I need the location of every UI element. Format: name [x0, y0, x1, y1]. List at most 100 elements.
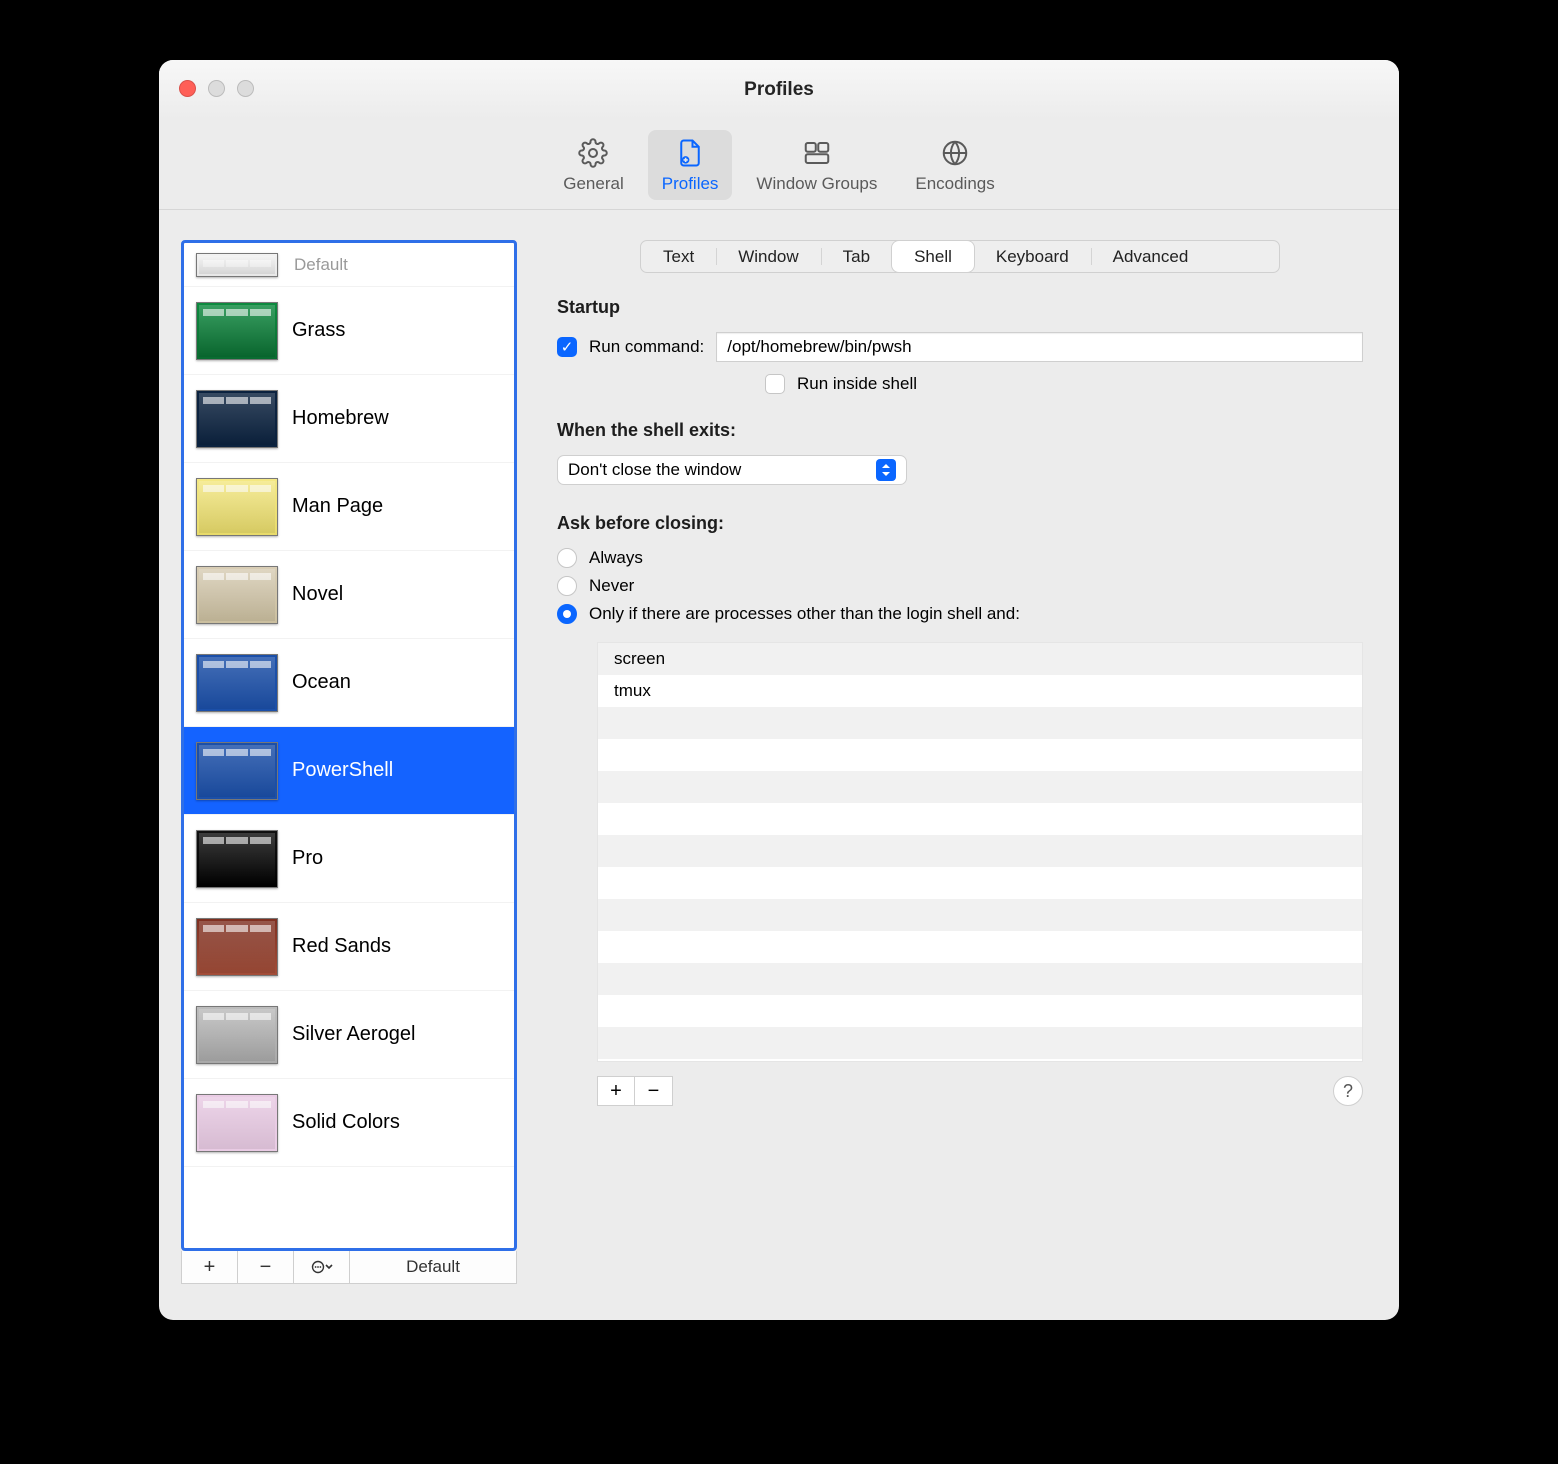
- profile-row[interactable]: Novel: [184, 551, 514, 639]
- process-row[interactable]: [598, 931, 1362, 963]
- ask-close-radio[interactable]: [557, 548, 577, 568]
- profile-thumbnail: [196, 390, 278, 448]
- process-row[interactable]: [598, 963, 1362, 995]
- process-list[interactable]: screentmux: [597, 642, 1363, 1062]
- toolbar: General Profiles Window Groups Encodings: [159, 120, 1399, 210]
- tab-keyboard[interactable]: Keyboard: [974, 241, 1091, 272]
- profile-name: Red Sands: [292, 935, 391, 958]
- process-row[interactable]: [598, 995, 1362, 1027]
- run-command-input[interactable]: [716, 332, 1363, 362]
- profile-doc-icon: [675, 136, 705, 170]
- minimize-window-button[interactable]: [208, 80, 225, 97]
- profile-thumbnail: [196, 253, 278, 277]
- process-row[interactable]: [598, 835, 1362, 867]
- close-window-button[interactable]: [179, 80, 196, 97]
- window-controls: [179, 80, 254, 97]
- profile-row[interactable]: Man Page: [184, 463, 514, 551]
- default-badge: Default: [294, 255, 348, 275]
- ask-close-radios: Always Never Only if there are processes o…: [557, 548, 1363, 632]
- add-profile-button[interactable]: +: [182, 1251, 238, 1283]
- run-inside-shell-label: Run inside shell: [797, 374, 917, 394]
- window-title: Profiles: [744, 79, 814, 101]
- radio-label: Only if there are processes other than t…: [589, 604, 1020, 624]
- ask-close-heading: Ask before closing:: [557, 513, 1363, 534]
- profile-thumbnail: [196, 302, 278, 360]
- tab-shell[interactable]: Shell: [892, 241, 974, 272]
- ellipsis-chevron-icon: [311, 1259, 333, 1275]
- profile-thumbnail: [196, 566, 278, 624]
- tab-advanced[interactable]: Advanced: [1091, 241, 1211, 272]
- profile-actions-menu[interactable]: [294, 1251, 350, 1283]
- profile-name: Ocean: [292, 671, 351, 694]
- toolbar-label: Window Groups: [756, 174, 877, 194]
- profile-row[interactable]: Ocean: [184, 639, 514, 727]
- profile-tabs: TextWindowTabShellKeyboardAdvanced: [640, 240, 1280, 273]
- process-row[interactable]: [598, 867, 1362, 899]
- process-row[interactable]: tmux: [598, 675, 1362, 707]
- profile-name: Silver Aerogel: [292, 1023, 415, 1046]
- profile-thumbnail: [196, 918, 278, 976]
- process-row[interactable]: [598, 707, 1362, 739]
- titlebar: Profiles: [159, 60, 1399, 120]
- toolbar-label: Profiles: [662, 174, 719, 194]
- profile-row[interactable]: Grass: [184, 287, 514, 375]
- profile-row[interactable]: Solid Colors: [184, 1079, 514, 1167]
- remove-profile-button[interactable]: −: [238, 1251, 294, 1283]
- run-command-checkbox[interactable]: ✓: [557, 337, 577, 357]
- body: Default Grass Homebrew Man Page Novel Ocean Po…: [159, 210, 1399, 1320]
- profile-row[interactable]: Red Sands: [184, 903, 514, 991]
- toolbar-label: Encodings: [915, 174, 994, 194]
- process-row[interactable]: [598, 1027, 1362, 1059]
- gear-icon: [578, 136, 608, 170]
- tab-text[interactable]: Text: [641, 241, 716, 272]
- profile-thumbnail: [196, 478, 278, 536]
- ask-close-radio[interactable]: [557, 576, 577, 596]
- sidebar: Default Grass Homebrew Man Page Novel Ocean Po…: [181, 240, 517, 1284]
- settings-pane: TextWindowTabShellKeyboardAdvanced Start…: [557, 240, 1363, 1284]
- process-row[interactable]: [598, 739, 1362, 771]
- add-process-button[interactable]: +: [597, 1076, 635, 1106]
- process-row[interactable]: screen: [598, 643, 1362, 675]
- profile-name: Man Page: [292, 495, 383, 518]
- profile-thumbnail: [196, 830, 278, 888]
- process-row[interactable]: [598, 899, 1362, 931]
- profile-name: Grass: [292, 319, 345, 342]
- shell-exit-value: Don't close the window: [568, 460, 741, 480]
- profile-row[interactable]: Homebrew: [184, 375, 514, 463]
- radio-label: Always: [589, 548, 643, 568]
- pane-footer: + − ?: [597, 1076, 1363, 1106]
- toolbar-window-groups[interactable]: Window Groups: [742, 130, 891, 200]
- profile-row[interactable]: Default: [184, 243, 514, 287]
- toolbar-general[interactable]: General: [549, 130, 637, 200]
- profile-name: PowerShell: [292, 759, 393, 782]
- profile-thumbnail: [196, 654, 278, 712]
- run-inside-shell-checkbox[interactable]: [765, 374, 785, 394]
- shell-exit-dropdown[interactable]: Don't close the window: [557, 455, 907, 485]
- remove-process-button[interactable]: −: [635, 1076, 673, 1106]
- profile-thumbnail: [196, 1094, 278, 1152]
- shell-exit-heading: When the shell exits:: [557, 420, 1363, 441]
- set-default-button[interactable]: Default: [350, 1251, 516, 1283]
- radio-label: Never: [589, 576, 634, 596]
- profile-row[interactable]: Silver Aerogel: [184, 991, 514, 1079]
- toolbar-label: General: [563, 174, 623, 194]
- profile-row[interactable]: PowerShell: [184, 727, 514, 815]
- help-button[interactable]: ?: [1333, 1076, 1363, 1106]
- ask-close-radio[interactable]: [557, 604, 577, 624]
- tab-window[interactable]: Window: [716, 241, 820, 272]
- profile-list[interactable]: Default Grass Homebrew Man Page Novel Ocean Po…: [181, 240, 517, 1251]
- profile-thumbnail: [196, 1006, 278, 1064]
- profile-row[interactable]: Pro: [184, 815, 514, 903]
- profile-name: Solid Colors: [292, 1111, 400, 1134]
- process-row[interactable]: [598, 771, 1362, 803]
- zoom-window-button[interactable]: [237, 80, 254, 97]
- toolbar-encodings[interactable]: Encodings: [901, 130, 1008, 200]
- window-groups-icon: [802, 136, 832, 170]
- tab-tab[interactable]: Tab: [821, 241, 892, 272]
- process-row[interactable]: [598, 803, 1362, 835]
- profile-name: Pro: [292, 847, 323, 870]
- toolbar-profiles[interactable]: Profiles: [648, 130, 733, 200]
- startup-heading: Startup: [557, 297, 1363, 318]
- profile-name: Novel: [292, 583, 343, 606]
- preferences-window: Profiles General Profiles Window Groups: [159, 60, 1399, 1320]
